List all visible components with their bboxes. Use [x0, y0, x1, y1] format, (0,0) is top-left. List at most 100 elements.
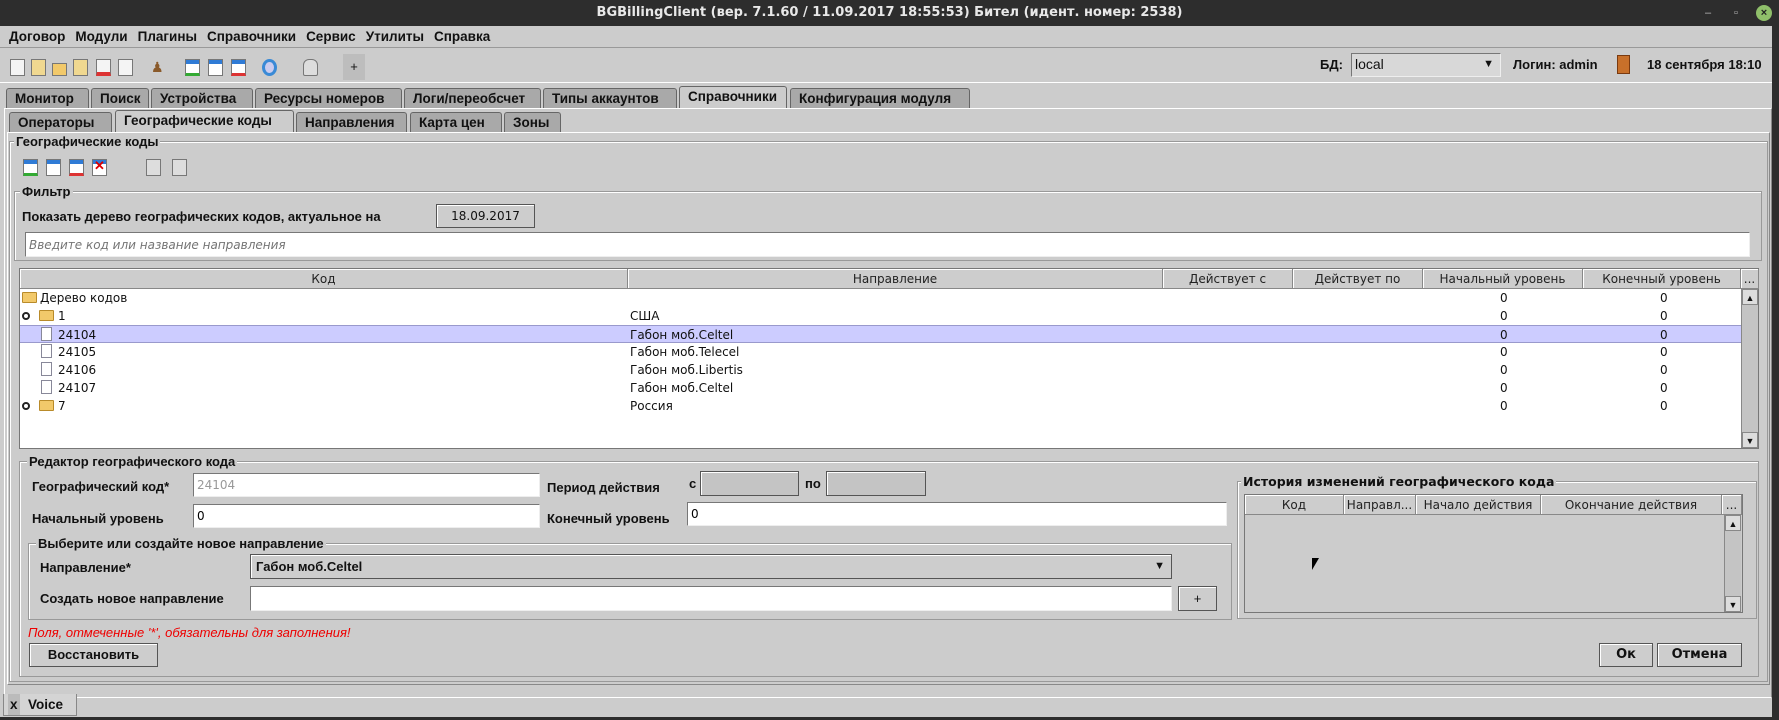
period-to-field[interactable]	[826, 471, 926, 496]
tab-account-types[interactable]: Типы аккаунтов	[543, 88, 677, 108]
tab-devices[interactable]: Устройства	[151, 88, 253, 108]
row-direction: Габон моб.Celtel	[630, 328, 734, 342]
subtab-directions[interactable]: Направления	[296, 112, 407, 132]
end-level-input[interactable]	[687, 502, 1227, 526]
menu-contract[interactable]: Договор	[9, 29, 65, 44]
direction-select[interactable]: Габон моб.Celtel ▼	[250, 554, 1172, 579]
tree-scrollbar[interactable]: ▲ ▼	[1741, 289, 1758, 448]
file-icon	[41, 327, 52, 341]
logout-door-icon[interactable]	[1617, 55, 1630, 74]
col-start-level[interactable]: Начальный уровень	[1423, 269, 1583, 289]
subtab-price-map[interactable]: Карта цен	[410, 112, 502, 132]
hist-col-code[interactable]: Код	[1245, 495, 1344, 515]
stamp-icon[interactable]: ♟	[151, 59, 166, 76]
db-select[interactable]: local ▼	[1351, 53, 1501, 77]
edit-code-icon[interactable]	[46, 159, 61, 176]
hist-col-end[interactable]: Окончание действия	[1541, 495, 1722, 515]
contracts-icon[interactable]	[31, 59, 46, 76]
mouse-cursor-icon	[1312, 558, 1319, 570]
user-icon[interactable]	[303, 59, 318, 76]
import-icon[interactable]	[146, 159, 161, 176]
period-from-field[interactable]	[700, 471, 799, 496]
new-contract-icon[interactable]	[10, 59, 25, 76]
close-icon[interactable]: ×	[1756, 5, 1772, 21]
start-level-label: Начальный уровень	[32, 511, 164, 526]
open-contract-icon[interactable]	[73, 59, 88, 76]
delete-contract-icon[interactable]	[96, 59, 111, 76]
row-end-level: 0	[1660, 309, 1668, 323]
date-picker-button[interactable]: 18.09.2017	[436, 204, 535, 228]
tree-row-selected[interactable]: 24104 Габон моб.Celtel 0 0	[20, 325, 1742, 343]
tree-row[interactable]: 24107 Габон моб.Celtel 0 0	[20, 379, 1742, 397]
filter-label: Показать дерево географических кодов, ак…	[22, 209, 381, 224]
expand-toggle-icon[interactable]	[22, 402, 30, 410]
subtab-operators[interactable]: Операторы	[9, 112, 112, 132]
file-icon	[41, 362, 52, 376]
refresh-icon[interactable]	[262, 59, 277, 76]
minimize-icon[interactable]: –	[1700, 5, 1716, 21]
col-valid-from[interactable]: Действует с	[1163, 269, 1293, 289]
maximize-icon[interactable]: ▫	[1728, 5, 1744, 21]
hist-column-chooser-button[interactable]: ...	[1722, 495, 1742, 515]
menu-service[interactable]: Сервис	[306, 29, 356, 44]
geo-code-input[interactable]	[193, 473, 540, 497]
row-code: Дерево кодов	[40, 291, 128, 305]
tree-row[interactable]: 24105 Габон моб.Telecel 0 0	[20, 343, 1742, 361]
add-window-icon[interactable]	[185, 59, 200, 76]
history-scrollbar[interactable]: ▲ ▼	[1724, 515, 1741, 612]
bottom-tab-voice[interactable]: x Voice	[3, 694, 77, 716]
row-end-level: 0	[1660, 381, 1668, 395]
subtab-geo-codes[interactable]: Географические коды	[115, 110, 294, 132]
folder-icon[interactable]	[52, 63, 67, 76]
add-code-icon[interactable]	[23, 159, 38, 176]
edit-window-icon[interactable]	[208, 59, 223, 76]
tree-row-root[interactable]: Дерево кодов 0 0	[20, 289, 1742, 307]
restore-button[interactable]: Восстановить	[29, 643, 158, 667]
chevron-down-icon: ▼	[1483, 58, 1494, 70]
menu-plugins[interactable]: Плагины	[138, 29, 197, 44]
remove-code-icon[interactable]	[69, 159, 84, 176]
menu-directories[interactable]: Справочники	[207, 29, 296, 44]
col-direction[interactable]: Направление	[628, 269, 1163, 289]
scroll-up-icon[interactable]: ▲	[1725, 515, 1741, 531]
menu-modules[interactable]: Модули	[75, 29, 127, 44]
col-valid-to[interactable]: Действует по	[1293, 269, 1423, 289]
copy-contract-icon[interactable]	[118, 59, 133, 76]
scroll-down-icon[interactable]: ▼	[1725, 596, 1741, 612]
row-direction: Габон моб.Libertis	[630, 363, 743, 377]
tab-monitor[interactable]: Монитор	[6, 88, 89, 108]
tab-number-resources[interactable]: Ресурсы номеров	[255, 88, 402, 108]
filter-search-input[interactable]	[25, 232, 1750, 257]
period-to-label: по	[805, 476, 821, 491]
delete-code-icon[interactable]: ✕	[92, 159, 107, 176]
tree-row[interactable]: 1 США 0 0	[20, 307, 1742, 325]
menu-utilities[interactable]: Утилиты	[366, 29, 424, 44]
tree-row[interactable]: 7 Россия 0 0	[20, 397, 1742, 415]
tab-logs[interactable]: Логи/переобсчет	[404, 88, 541, 108]
col-end-level[interactable]: Конечный уровень	[1583, 269, 1741, 289]
direction-group-title: Выберите или создайте новое направление	[36, 536, 326, 551]
expand-toggle-icon[interactable]	[22, 312, 30, 320]
start-level-input[interactable]	[193, 504, 540, 528]
ok-button[interactable]: Ок	[1599, 643, 1653, 667]
remove-window-icon[interactable]	[231, 59, 246, 76]
add-direction-button[interactable]: +	[1178, 586, 1217, 611]
cancel-button[interactable]: Отмена	[1657, 643, 1742, 667]
add-tab-button[interactable]: +	[343, 54, 365, 80]
tree-row[interactable]: 24106 Габон моб.Libertis 0 0	[20, 361, 1742, 379]
hist-col-direction[interactable]: Направл...	[1344, 495, 1416, 515]
col-code[interactable]: Код	[20, 269, 628, 289]
scroll-down-icon[interactable]: ▼	[1742, 432, 1758, 448]
close-tab-icon[interactable]: x	[8, 694, 20, 715]
tab-search[interactable]: Поиск	[91, 88, 149, 108]
column-chooser-button[interactable]: ...	[1741, 269, 1759, 289]
hist-col-start[interactable]: Начало действия	[1416, 495, 1541, 515]
new-direction-input[interactable]	[250, 586, 1172, 611]
bottom-tab-label: Voice	[28, 697, 64, 712]
scroll-up-icon[interactable]: ▲	[1742, 289, 1758, 305]
export-icon[interactable]	[172, 159, 187, 176]
subtab-zones[interactable]: Зоны	[504, 112, 561, 132]
tab-module-config[interactable]: Конфигурация модуля	[790, 88, 970, 108]
menu-help[interactable]: Справка	[434, 29, 490, 44]
tab-directories[interactable]: Справочники	[679, 86, 787, 108]
